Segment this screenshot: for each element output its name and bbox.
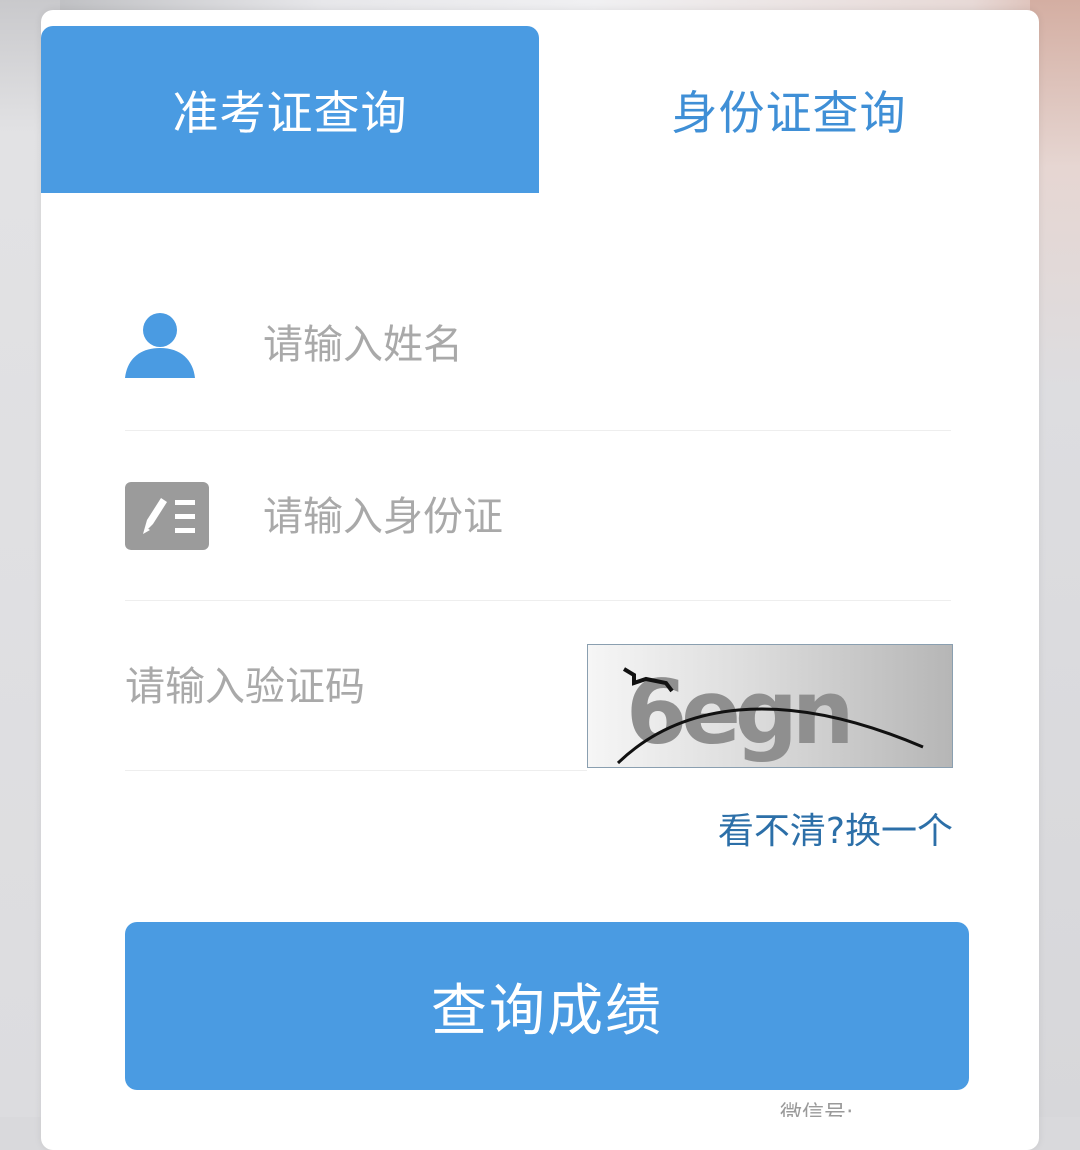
id-card-input[interactable]: [263, 482, 943, 552]
id-card-icon: [125, 482, 209, 550]
tab-id-card-query[interactable]: 身份证查询: [539, 10, 1039, 210]
tab-id-card-label: 身份证查询: [671, 86, 907, 140]
divider-id: [125, 600, 951, 601]
query-results-button[interactable]: 查询成绩: [125, 922, 969, 1090]
divider-name: [125, 430, 951, 431]
divider-captcha: [125, 770, 587, 771]
refresh-captcha-link[interactable]: 看不清?换一个: [681, 802, 953, 854]
captcha-image[interactable]: 6egn: [587, 644, 953, 768]
name-input[interactable]: [263, 310, 943, 380]
query-card: 准考证查询 身份证查询 6egn 看不清?换一个 查询成绩: [41, 10, 1039, 1150]
captcha-graphic: 6egn: [616, 661, 924, 765]
tab-admission-ticket-label: 准考证查询: [172, 85, 408, 140]
watermark: 微信号: …: [780, 1102, 883, 1117]
user-icon: [125, 313, 195, 378]
captcha-input[interactable]: [125, 652, 565, 722]
query-results-label: 查询成绩: [431, 978, 663, 1044]
tab-admission-ticket-query[interactable]: 准考证查询: [41, 26, 539, 193]
